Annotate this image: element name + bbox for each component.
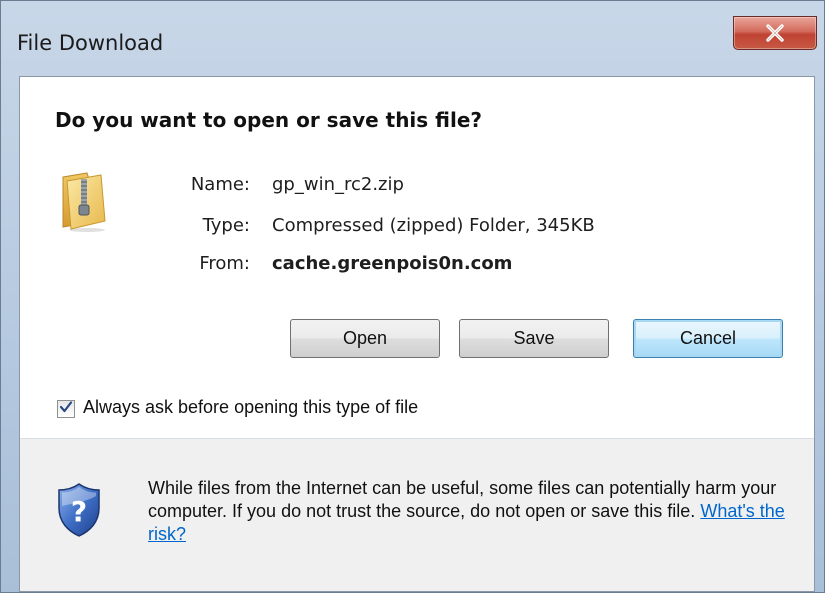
always-ask-checkbox[interactable] xyxy=(57,400,75,418)
open-button[interactable]: Open xyxy=(290,319,440,358)
type-label: Type: xyxy=(202,215,250,236)
always-ask-label[interactable]: Always ask before opening this type of f… xyxy=(83,397,418,418)
save-button[interactable]: Save xyxy=(459,319,609,358)
warning-message: While files from the Internet can be use… xyxy=(148,478,777,521)
type-value: Compressed (zipped) Folder, 345KB xyxy=(272,215,595,236)
dialog-body: Do you want to open or save this file? N… xyxy=(19,76,815,592)
svg-text:?: ? xyxy=(71,495,87,528)
dialog-question: Do you want to open or save this file? xyxy=(55,108,483,132)
warning-panel: ? While files from the Internet can be u… xyxy=(20,439,814,591)
close-icon xyxy=(765,24,785,42)
title-bar[interactable]: File Download xyxy=(1,1,824,71)
warning-text: While files from the Internet can be use… xyxy=(148,477,798,546)
name-value: gp_win_rc2.zip xyxy=(272,174,404,195)
from-label: From: xyxy=(199,253,250,274)
from-value: cache.greenpois0n.com xyxy=(272,253,513,274)
shield-question-icon: ? xyxy=(56,482,102,538)
file-download-dialog: File Download Do you want to open or sav… xyxy=(0,0,825,593)
checkmark-icon xyxy=(59,400,73,419)
window-title: File Download xyxy=(17,31,164,55)
cancel-button[interactable]: Cancel xyxy=(633,319,783,358)
name-label: Name: xyxy=(190,174,250,195)
close-button[interactable] xyxy=(733,16,817,50)
